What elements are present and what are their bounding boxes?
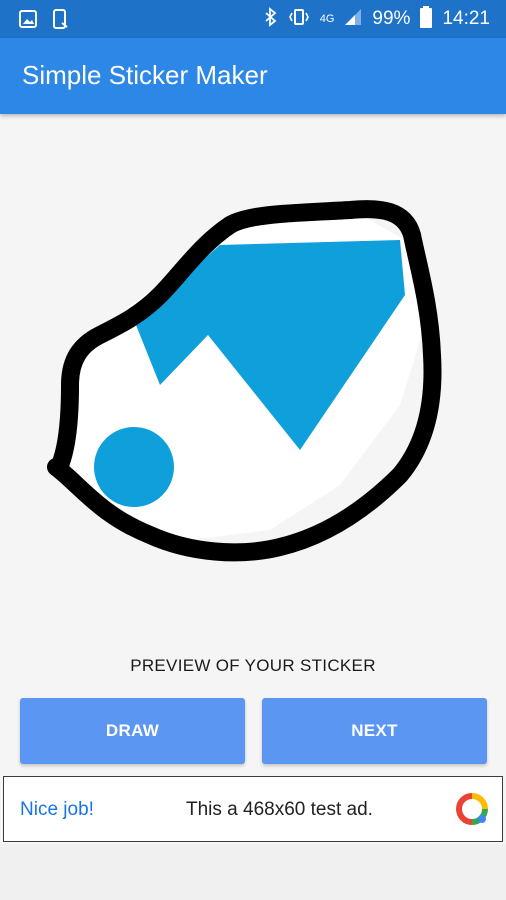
clock: 14:21 [442, 8, 490, 29]
network-type: 4G [319, 12, 335, 25]
bottom-area [0, 844, 506, 900]
sticker-preview-image [47, 200, 442, 562]
preview-label: PREVIEW OF YOUR STICKER [130, 656, 376, 675]
battery-percent: 99% [372, 8, 411, 29]
ad-banner[interactable]: Nice job! This a 468x60 test ad. [3, 776, 503, 842]
ad-logo-icon[interactable] [456, 793, 488, 825]
battery-icon [420, 5, 433, 33]
draw-button[interactable]: DRAW [20, 698, 245, 764]
bluetooth-icon [264, 6, 278, 32]
gallery-icon [18, 9, 38, 34]
ad-headline[interactable]: Nice job! [20, 799, 94, 821]
vibrate-icon [288, 7, 310, 32]
phone-icon [50, 9, 70, 34]
app-bar: Simple Sticker Maker [0, 38, 506, 114]
status-bar: 4G 99% 14:21 [0, 0, 506, 38]
app-title: Simple Sticker Maker [22, 60, 268, 90]
sticker-canvas[interactable] [40, 185, 460, 585]
ad-text[interactable]: This a 468x60 test ad. [186, 799, 373, 821]
sun-circle [94, 427, 174, 507]
next-button[interactable]: NEXT [262, 698, 487, 764]
signal-icon [344, 8, 362, 31]
